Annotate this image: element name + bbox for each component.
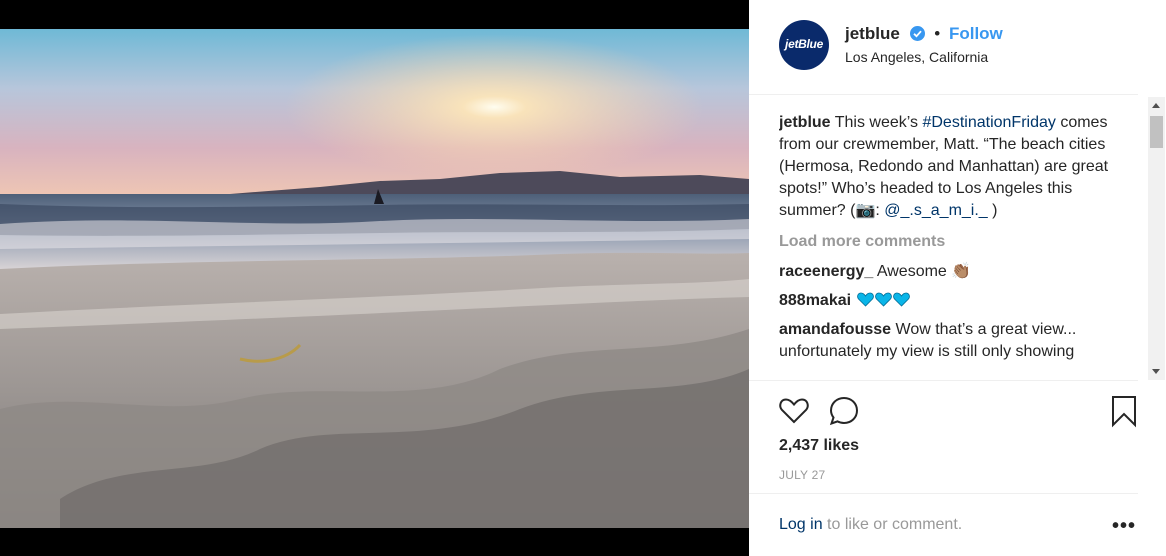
caption-username[interactable]: jetblue <box>779 114 831 131</box>
hashtag-link[interactable]: #DestinationFriday <box>922 114 1055 131</box>
scroll-up-arrow-icon[interactable] <box>1152 103 1160 108</box>
avatar-logo-text: jetBlue <box>785 37 823 51</box>
comment-username[interactable]: raceenergy_ <box>779 263 873 280</box>
clapping-hands-emoji-icon: 👏🏽 <box>951 263 972 280</box>
more-options-icon[interactable]: ••• <box>1112 515 1136 538</box>
blue-heart-icon <box>874 292 892 307</box>
comments-scrollbar[interactable] <box>1148 97 1165 380</box>
login-prompt-text: to like or comment. <box>827 516 963 533</box>
comments-list[interactable]: jetblue This week’s #DestinationFriday c… <box>779 112 1137 380</box>
verified-badge-icon <box>909 26 925 41</box>
comment-username[interactable]: amandafousse <box>779 321 891 338</box>
beach-sunset-photo[interactable] <box>0 29 749 528</box>
post-header: jetBlue jetblue • Follow Los Angeles, Ca… <box>749 0 1138 95</box>
scrollbar-thumb[interactable] <box>1150 116 1163 148</box>
comment-text: Awesome <box>876 263 947 280</box>
caption: jetblue This week’s #DestinationFriday c… <box>779 112 1137 222</box>
post-location[interactable]: Los Angeles, California <box>845 49 988 65</box>
follow-button[interactable]: Follow <box>949 24 1003 43</box>
post-actions: 2,437 likes JULY 27 <box>749 380 1138 494</box>
likes-count[interactable]: 2,437 likes <box>779 437 859 455</box>
post-date: JULY 27 <box>779 468 826 482</box>
login-link[interactable]: Log in <box>779 516 823 533</box>
comment-item: raceenergy_ Awesome 👏🏽 <box>779 261 1137 283</box>
login-prompt: Log in to like or comment. <box>779 516 962 534</box>
camera-emoji-icon: 📷 <box>855 202 876 219</box>
separator-dot: • <box>934 24 941 43</box>
comment-item: amandafousse Wow that’s a great view... … <box>779 319 1137 363</box>
caption-text-part: : <box>875 202 880 219</box>
blue-heart-icon <box>892 292 910 307</box>
comment-username[interactable]: 888makai <box>779 292 851 309</box>
caption-text-part: ) <box>992 202 998 219</box>
post-sidebar: jetBlue jetblue • Follow Los Angeles, Ca… <box>749 0 1166 556</box>
bookmark-icon[interactable] <box>1107 394 1141 428</box>
speech-bubble-icon[interactable] <box>827 394 861 428</box>
avatar[interactable]: jetBlue <box>779 20 829 70</box>
post-username[interactable]: jetblue <box>845 24 900 43</box>
heart-outline-icon[interactable] <box>777 394 811 428</box>
scroll-down-arrow-icon[interactable] <box>1152 369 1160 374</box>
caption-text-part: This week’s <box>834 114 919 131</box>
header-row: jetblue • Follow <box>845 24 1003 44</box>
blue-heart-icon <box>856 292 874 307</box>
comment-item: 888makai <box>779 290 1137 312</box>
load-more-comments-button[interactable]: Load more comments <box>779 231 1137 253</box>
post-photo-pane <box>0 0 749 556</box>
mention-link[interactable]: @_.s_a_m_i._ <box>884 202 987 219</box>
